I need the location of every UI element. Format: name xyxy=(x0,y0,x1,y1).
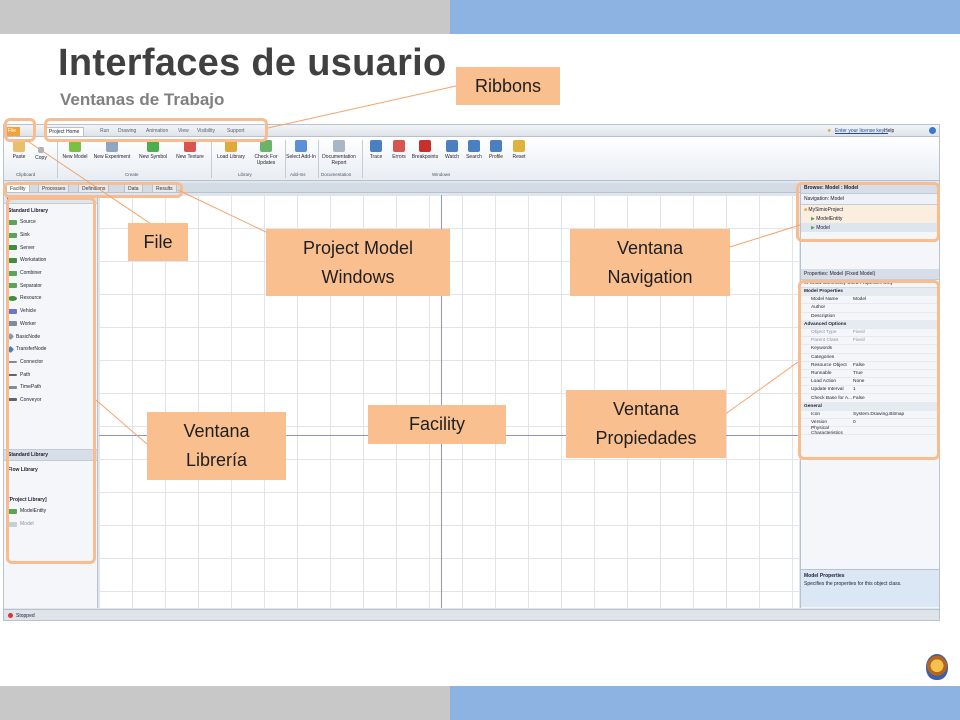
callout-project-model-windows: Project Model Windows xyxy=(266,229,450,296)
callout-file: File xyxy=(128,223,188,261)
university-crest-icon xyxy=(926,654,948,680)
callout-ventana-propiedades: Ventana Propiedades xyxy=(566,390,726,458)
callout-ventana-libreria: Ventana Librería xyxy=(147,412,286,480)
callout-ribbons: Ribbons xyxy=(456,67,560,105)
callout-facility: Facility xyxy=(368,405,506,444)
callout-ventana-navigation: Ventana Navigation xyxy=(570,229,730,296)
callout-lines xyxy=(25,85,801,445)
